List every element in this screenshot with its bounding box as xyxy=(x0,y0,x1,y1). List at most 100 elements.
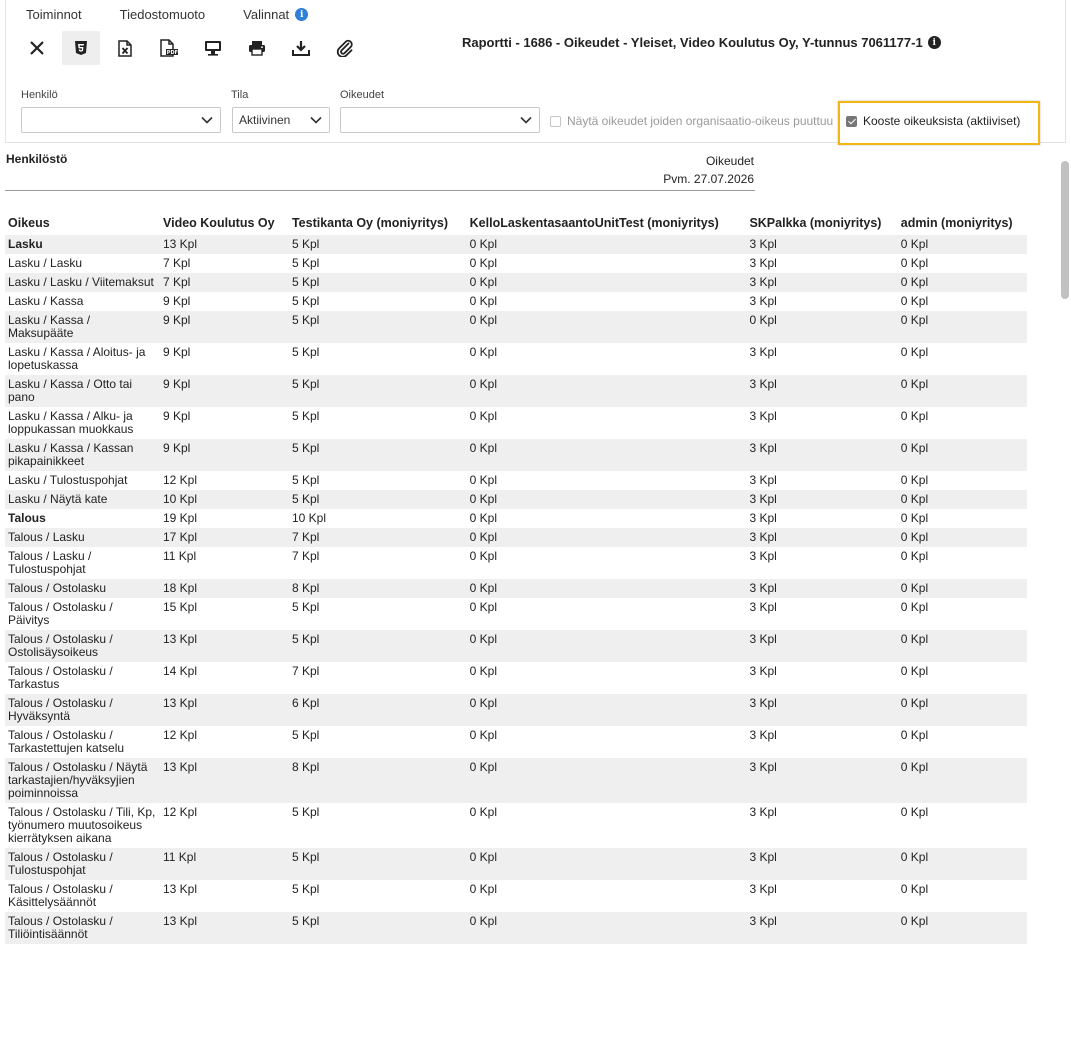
count-cell: 7 Kpl xyxy=(291,549,320,563)
count-cell: 0 Kpl xyxy=(469,473,498,487)
report-title: Raportti - 1686 - Oikeudet - Yleiset, Vi… xyxy=(462,35,923,50)
count-cell: 3 Kpl xyxy=(746,490,898,509)
menu-tiedostomuoto[interactable]: Tiedostomuoto xyxy=(120,7,206,22)
count-cell: 9 Kpl xyxy=(160,375,289,407)
count-cell: 5 Kpl xyxy=(291,882,320,896)
table-row: Talous / Ostolasku 18 Kpl 8 Kpl 0 Kpl 3 Kpl 0… xyxy=(5,579,1027,598)
count-cell: 3 Kpl xyxy=(749,345,777,359)
count-cell: 3 Kpl xyxy=(749,409,777,423)
count-cell: 0 Kpl xyxy=(900,805,929,819)
attachment-button[interactable] xyxy=(326,31,364,65)
table-row: Lasku / Näytä kate 10 Kpl 5 Kpl 0 Kpl 3 Kpl 0… xyxy=(5,490,1027,509)
close-button[interactable] xyxy=(18,31,56,65)
count-cell: 0 Kpl xyxy=(900,882,929,896)
pdf-button[interactable]: PDF xyxy=(150,31,188,65)
html5-button[interactable] xyxy=(62,31,100,65)
chevron-down-icon xyxy=(201,116,213,124)
show-org-rights-option[interactable]: Näytä oikeudet joiden organisaatio-oikeu… xyxy=(550,114,834,128)
table-row: Talous / Ostolasku / Tiliöintisäännöt 13 … xyxy=(5,912,1027,944)
table-row: Lasku / Kassa / Otto tai pano 9 Kpl 5 Kpl 0… xyxy=(5,375,1027,407)
rights-filter-label: Oikeudet xyxy=(340,89,385,101)
print-button[interactable] xyxy=(238,31,276,65)
count-cell: 5 Kpl xyxy=(291,409,320,423)
status-select[interactable]: Aktiivinen xyxy=(232,107,330,133)
menu-valinnat[interactable]: Valinnat i xyxy=(243,7,309,22)
count-cell: 5 Kpl xyxy=(288,630,467,662)
table-row: Talous / Ostolasku / Hyväksyntä 13 Kpl 6 K… xyxy=(5,694,1027,726)
count-cell: 0 Kpl xyxy=(469,882,498,896)
right-name-cell: Talous / Ostolasku / Tulostuspohjat xyxy=(5,848,160,880)
count-cell: 18 Kpl xyxy=(160,579,289,598)
table-row: Lasku / Kassa / Maksupääte 9 Kpl 5 Kpl 0 Kp… xyxy=(5,311,1027,343)
right-name-cell: Talous / Lasku xyxy=(5,528,160,547)
screen-icon xyxy=(205,41,221,56)
close-icon xyxy=(30,41,44,55)
count-cell: 17 Kpl xyxy=(160,528,289,547)
count-cell: 3 Kpl xyxy=(749,882,777,896)
summary-option[interactable]: Kooste oikeuksista (aktiiviset) xyxy=(846,114,1020,128)
count-cell: 0 Kpl xyxy=(469,256,498,270)
count-cell: 3 Kpl xyxy=(746,694,898,726)
count-cell: 5 Kpl xyxy=(291,600,320,614)
table-row: Lasku 13 Kpl 5 Kpl 0 Kpl 3 Kpl 0 Kpl xyxy=(5,235,1027,254)
right-name-cell: Talous xyxy=(8,511,46,525)
count-cell: 0 Kpl xyxy=(897,439,1027,471)
count-cell: 3 Kpl xyxy=(749,256,777,270)
table-row: Lasku / Tulostuspohjat 12 Kpl 5 Kpl 0 Kpl 3 … xyxy=(5,471,1027,490)
count-cell: 0 Kpl xyxy=(897,848,1027,880)
count-cell: 5 Kpl xyxy=(288,235,467,254)
count-cell: 0 Kpl xyxy=(900,473,929,487)
column-header: admin (moniyritys) xyxy=(900,216,1013,230)
info-icon[interactable]: i xyxy=(295,8,309,21)
pdf-icon: PDF xyxy=(160,39,178,57)
summary-label: Kooste oikeuksista (aktiiviset) xyxy=(863,114,1021,128)
right-name-cell: Lasku / Kassa / Otto tai pano xyxy=(5,375,160,407)
count-cell: 0 Kpl xyxy=(900,511,929,525)
count-cell: 0 Kpl xyxy=(897,528,1027,547)
rights-summary-table: Oikeus Video Koulutus Oy Testikanta Oy (… xyxy=(5,213,1027,944)
count-cell: 3 Kpl xyxy=(749,728,777,742)
count-cell: 0 Kpl xyxy=(466,273,747,292)
download-button[interactable] xyxy=(282,31,320,65)
count-cell: 3 Kpl xyxy=(749,511,777,525)
count-cell: 5 Kpl xyxy=(291,473,320,487)
title-info-icon[interactable]: i xyxy=(927,36,941,49)
summary-checkbox[interactable] xyxy=(846,115,857,127)
right-name-cell: Talous / Ostolasku / Päivitys xyxy=(8,600,113,627)
count-cell: 0 Kpl xyxy=(469,805,498,819)
count-cell: 14 Kpl xyxy=(163,664,198,678)
right-name-cell: Lasku / Kassa / Alku- ja loppukassan muo… xyxy=(8,409,134,436)
count-cell: 0 Kpl xyxy=(900,664,929,678)
vertical-scrollbar[interactable] xyxy=(1061,155,1069,1037)
table-row: Lasku / Lasku 7 Kpl 5 Kpl 0 Kpl 3 Kpl 0 Kpl xyxy=(5,254,1027,273)
rights-select[interactable] xyxy=(340,107,540,133)
count-cell: 13 Kpl xyxy=(160,630,289,662)
table-row: Lasku / Kassa / Aloitus- ja lopetuskassa… xyxy=(5,343,1027,375)
table-row: Talous / Ostolasku / Käsittelysäännöt 13 … xyxy=(5,880,1027,912)
table-row: Talous / Ostolasku / Tarkastettujen kats… xyxy=(5,726,1027,758)
report-options-panel: Toiminnot Tiedostomuoto Valinnat i PDF R… xyxy=(5,0,1066,145)
count-cell: 3 Kpl xyxy=(749,473,777,487)
count-cell: 3 Kpl xyxy=(749,294,777,308)
count-cell: 0 Kpl xyxy=(897,630,1027,662)
person-select[interactable] xyxy=(21,107,221,133)
column-header: Testikanta Oy (moniyritys) xyxy=(291,216,449,230)
count-cell: 7 Kpl xyxy=(163,256,191,270)
count-cell: 0 Kpl xyxy=(466,311,747,343)
right-name-cell: Lasku / Lasku / Viitemaksut xyxy=(5,273,160,292)
count-cell: 7 Kpl xyxy=(160,273,289,292)
screen-button[interactable] xyxy=(194,31,232,65)
show-org-rights-checkbox[interactable] xyxy=(550,115,561,127)
html5-icon xyxy=(75,41,87,55)
menu-toiminnot[interactable]: Toiminnot xyxy=(26,7,82,22)
count-cell: 0 Kpl xyxy=(900,294,929,308)
column-header: KelloLaskentasaantoUnitTest (moniyritys) xyxy=(469,216,719,230)
scrollbar-thumb[interactable] xyxy=(1061,161,1069,299)
count-cell: 5 Kpl xyxy=(291,805,320,819)
right-name-cell: Lasku / Kassa / Maksupääte xyxy=(5,311,160,343)
count-cell: 8 Kpl xyxy=(288,579,467,598)
count-cell: 19 Kpl xyxy=(163,511,198,525)
excel-button[interactable] xyxy=(106,31,144,65)
count-cell: 9 Kpl xyxy=(163,345,191,359)
menu-valinnat-label: Valinnat xyxy=(243,7,290,22)
